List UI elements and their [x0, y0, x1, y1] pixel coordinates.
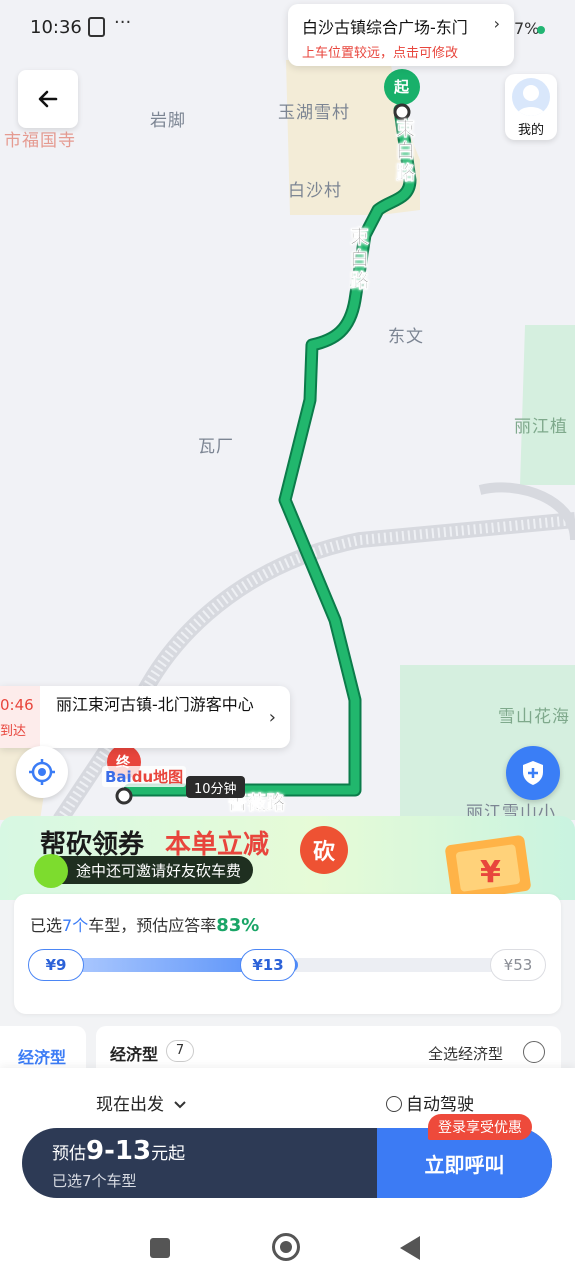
- chevron-right-icon: ›: [268, 707, 276, 728]
- system-nav-bar: [0, 1218, 575, 1280]
- category-header: 经济型 7 全选经济型: [96, 1026, 561, 1074]
- destination-card[interactable]: 0:46 到达 丽江束河古镇-北门游客中心 ›: [0, 686, 290, 748]
- selected-models-text: 已选7个车型: [52, 1172, 137, 1190]
- pickup-location-card[interactable]: 白沙古镇综合广场-东门 上车位置较远，点击可修改 ›: [288, 4, 514, 66]
- avatar: [512, 78, 550, 116]
- autodrive-icon: [386, 1096, 402, 1112]
- back-nav-button[interactable]: [400, 1236, 420, 1260]
- eta-time: 0:46: [0, 696, 34, 714]
- start-marker: 起: [394, 78, 410, 96]
- promo-subtitle: 途中还可邀请好友砍车费: [40, 856, 254, 884]
- shield-plus-icon: [523, 761, 543, 785]
- category-name: 经济型: [110, 1045, 159, 1064]
- arrow-left-icon: [38, 90, 58, 108]
- price-range-card: 已选7个车型，预估应答率83% ¥9 ¥13 ¥53: [14, 894, 561, 1014]
- svg-text:¥: ¥: [480, 855, 501, 890]
- map-label: 市福国寺: [4, 131, 76, 151]
- promo-banner[interactable]: 帮砍领券 本单立减 途中还可邀请好友砍车费 砍 ¥: [0, 816, 575, 900]
- back-button[interactable]: [18, 70, 78, 128]
- road-label: 束白路: [396, 118, 416, 185]
- map-label: 东文: [388, 327, 424, 347]
- category-tab-economy[interactable]: 经济型: [0, 1026, 86, 1074]
- pickup-name: 白沙古镇综合广场-东门: [302, 18, 468, 37]
- map-label: 岩脚: [150, 111, 186, 131]
- destination-name: 丽江束河古镇-北门游客中心: [56, 695, 254, 714]
- coupon-ticket-icon: ¥: [445, 835, 531, 898]
- fare-estimate[interactable]: 预估9-13元起 已选7个车型: [22, 1128, 378, 1198]
- profile-button[interactable]: 我的: [505, 74, 557, 140]
- route-duration-badge: 10分钟: [186, 776, 245, 798]
- map-label: 瓦厂: [198, 437, 234, 457]
- road-label: 束白路: [350, 226, 370, 293]
- map-label: 白沙村: [288, 181, 342, 201]
- recent-apps-button[interactable]: [150, 1238, 170, 1258]
- eta-label: 到达: [0, 724, 27, 739]
- battery-level: 7%: [514, 19, 540, 38]
- price-current-handle[interactable]: ¥13: [240, 949, 296, 981]
- more-notifications-icon: ···: [114, 12, 132, 33]
- status-time: 10:36: [30, 17, 82, 38]
- user-icon: [517, 85, 545, 116]
- map-label: 玉湖雪村: [278, 103, 350, 123]
- locate-me-button[interactable]: [16, 746, 68, 798]
- category-count-badge: 7: [166, 1040, 194, 1062]
- baidu-map-logo: Baidu地图: [102, 766, 187, 787]
- select-all-checkbox[interactable]: [523, 1041, 545, 1063]
- nfc-icon: [88, 17, 105, 37]
- profile-label: 我的: [517, 123, 544, 138]
- map-canvas: [0, 60, 575, 825]
- battery-icon: [537, 26, 545, 34]
- autodrive-option[interactable]: 自动驾驶: [386, 1090, 474, 1115]
- order-panel: 现在出发 自动驾驶 预估9-13元起 已选7个车型 立即呼叫 登录享受优惠: [0, 1068, 575, 1218]
- estimate-text: 预估9-13元起: [52, 1136, 186, 1166]
- select-all-label[interactable]: 全选经济型: [428, 1043, 503, 1064]
- home-button[interactable]: [272, 1233, 300, 1261]
- acceptance-hint: 已选7个车型，预估应答率83%: [30, 915, 260, 936]
- pickup-warning: 上车位置较远，点击可修改: [302, 46, 459, 61]
- price-max-label: ¥53: [490, 949, 546, 981]
- locate-icon: [29, 759, 55, 785]
- chevron-down-icon: [174, 1101, 187, 1109]
- login-discount-tag[interactable]: 登录享受优惠: [428, 1114, 532, 1140]
- chevron-right-icon: ›: [493, 14, 500, 33]
- map-label: 丽江植: [514, 417, 568, 437]
- mascot-icon: [34, 854, 68, 888]
- category-tab-label: 经济型: [18, 1048, 67, 1067]
- safety-button[interactable]: [506, 746, 560, 800]
- price-min-handle[interactable]: ¥9: [28, 949, 84, 981]
- map-view[interactable]: 岩脚 玉湖雪村 白沙村 东文 瓦厂 市福国寺 丽江植 雪山花海 丽江雪山小 束白…: [0, 0, 575, 900]
- map-label: 雪山花海: [498, 707, 570, 727]
- departure-time-selector[interactable]: 现在出发: [96, 1090, 187, 1115]
- cut-price-button[interactable]: 砍: [300, 826, 348, 874]
